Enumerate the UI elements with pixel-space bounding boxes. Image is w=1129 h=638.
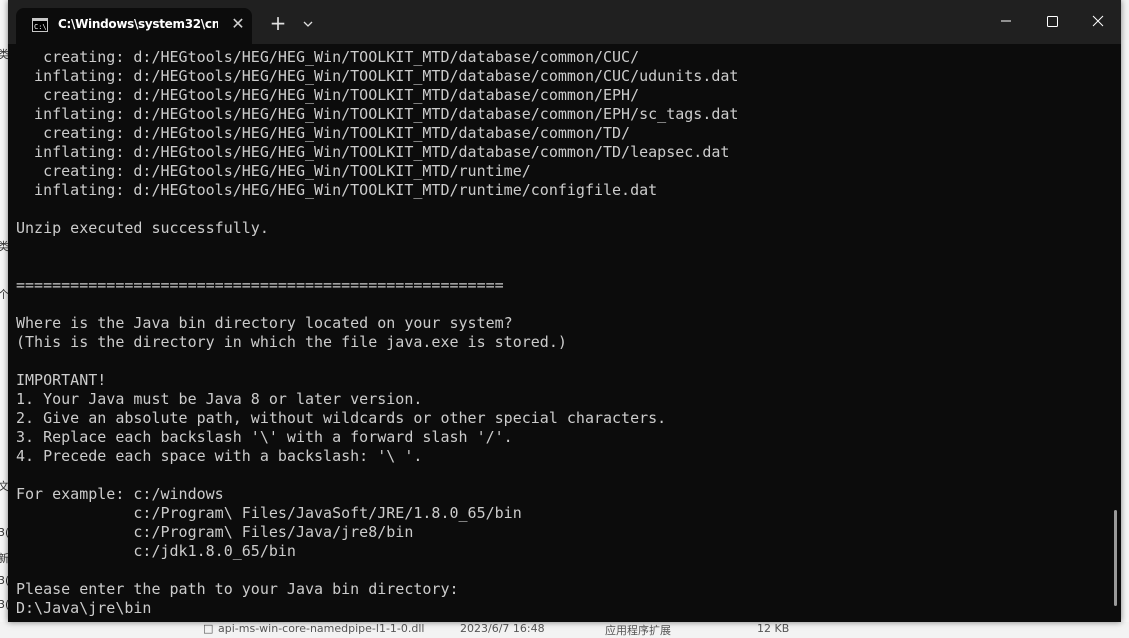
tab-dropdown-button[interactable] [296, 12, 320, 36]
tab-cmd[interactable]: C:\ C:\Windows\system32\cmd.e: ✕ [16, 8, 252, 44]
plus-icon: + [269, 11, 287, 35]
console-line: D:\Java\jre\bin [16, 599, 152, 617]
console-line: inflating: d:/HEGtools/HEG/HEG_Win/TOOLK… [16, 181, 658, 199]
console-line: inflating: d:/HEGtools/HEG/HEG_Win/TOOLK… [16, 143, 730, 161]
console-line: creating: d:/HEGtools/HEG/HEG_Win/TOOLKI… [16, 48, 640, 66]
terminal-icon: C:\ [32, 18, 48, 32]
minimize-icon [1001, 20, 1011, 22]
console-line: c:/Program\ Files/JavaSoft/JRE/1.8.0_65/… [16, 504, 522, 522]
console-line: Unzip executed successfully. [16, 219, 269, 237]
svg-text:C:\: C:\ [34, 23, 47, 31]
console-line: For example: c:/windows [16, 485, 224, 503]
close-icon [1092, 15, 1104, 27]
chevron-down-icon [303, 21, 313, 27]
file-icon: □ [203, 622, 214, 635]
background-window-edge: 类 类 个 文 3( 新 3( 3( [0, 0, 9, 635]
minimize-button[interactable] [983, 6, 1029, 36]
close-button[interactable] [1075, 6, 1121, 36]
file-name: api-ms-win-core-namedpipe-l1-1-0.dll [218, 622, 425, 635]
console-line: inflating: d:/HEGtools/HEG/HEG_Win/TOOLK… [16, 105, 739, 123]
terminal-window: C:\ C:\Windows\system32\cmd.e: ✕ + [8, 0, 1121, 622]
console-line: 3. Replace each backslash '\' with a for… [16, 428, 513, 446]
maximize-icon [1047, 16, 1058, 27]
console-line: c:/jdk1.8.0_65/bin [16, 542, 296, 560]
console-output[interactable]: creating: d:/HEGtools/HEG/HEG_Win/TOOLKI… [16, 48, 1106, 622]
console-line: 4. Precede each space with a backslash: … [16, 447, 423, 465]
tab-title: C:\Windows\system32\cmd.e: [58, 17, 218, 31]
background-file-row[interactable]: □ api-ms-win-core-namedpipe-l1-1-0.dll 2… [0, 622, 1129, 637]
scrollbar[interactable] [1112, 44, 1120, 622]
console-line: Please enter the path to your Java bin d… [16, 580, 459, 598]
console-line: 1. Your Java must be Java 8 or later ver… [16, 390, 423, 408]
console-line: creating: d:/HEGtools/HEG/HEG_Win/TOOLKI… [16, 162, 531, 180]
maximize-button[interactable] [1029, 6, 1075, 36]
console-line: IMPORTANT! [16, 371, 107, 389]
new-tab-button[interactable]: + [266, 12, 290, 36]
console-line: creating: d:/HEGtools/HEG/HEG_Win/TOOLKI… [16, 124, 631, 142]
console-line: inflating: d:/HEGtools/HEG/HEG_Win/TOOLK… [16, 67, 739, 85]
console-line: (This is the directory in which the file… [16, 333, 567, 351]
console-line: creating: d:/HEGtools/HEG/HEG_Win/TOOLKI… [16, 86, 640, 104]
background-window-right-edge [1121, 40, 1129, 622]
console-line: c:/Program\ Files/Java/jre8/bin [16, 523, 414, 541]
close-icon[interactable]: ✕ [228, 14, 248, 34]
console-line: ========================================… [16, 276, 504, 294]
console-line: 2. Give an absolute path, without wildca… [16, 409, 667, 427]
scrollbar-thumb[interactable] [1114, 510, 1117, 606]
file-size: 12 KB [757, 622, 790, 635]
file-date: 2023/6/7 16:48 [460, 622, 545, 635]
console-line: Where is the Java bin directory located … [16, 314, 513, 332]
file-type: 应用程序扩展 [605, 624, 671, 637]
title-bar[interactable]: C:\ C:\Windows\system32\cmd.e: ✕ + [8, 0, 1121, 44]
